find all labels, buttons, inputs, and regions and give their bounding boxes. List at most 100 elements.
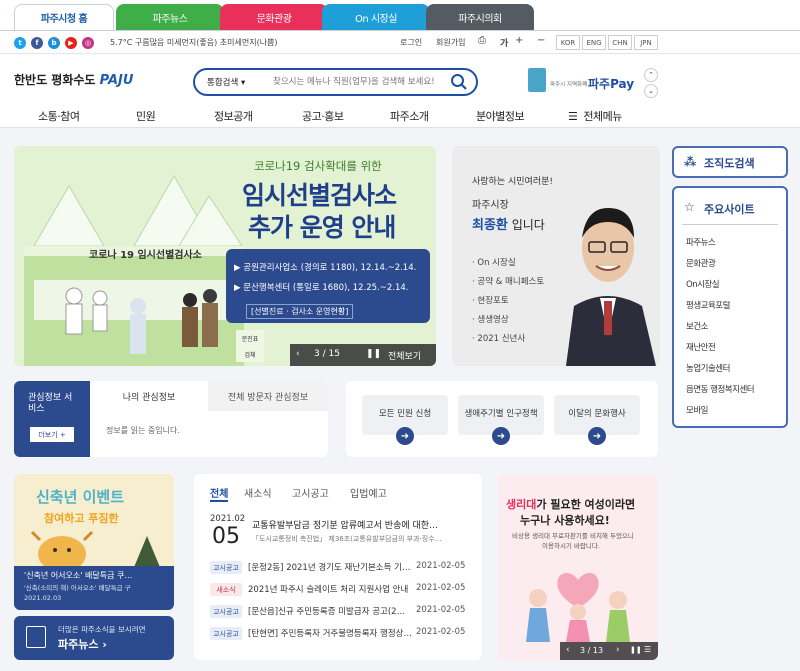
notice-tab-announce[interactable]: 고시공고 — [292, 485, 329, 500]
print-icon[interactable]: ⎙ — [478, 35, 486, 46]
twitter-icon[interactable]: t — [14, 37, 26, 49]
notice-date: 2021-02-05 — [416, 605, 466, 615]
pause-icon[interactable]: ❚❚ — [630, 646, 642, 654]
lang-eng[interactable]: ENG — [582, 35, 606, 50]
font-decrease-button[interactable]: − — [537, 35, 545, 46]
pay-brand[interactable]: 파주Pay — [588, 75, 634, 92]
interest-empty: 정보를 읽는 중입니다. — [106, 426, 180, 435]
site-link-welfare[interactable]: 읍면동 행정복지센터 — [686, 383, 755, 395]
tab-label: 파주시청 홈 — [40, 14, 88, 25]
tab-paju-home[interactable]: 파주시청 홈 — [14, 4, 114, 30]
notice-row[interactable]: 고시공고 [문산읍]신규 주민등록증 미발급자 공고(2… 2021-02-05 — [210, 604, 480, 620]
mayor-link-1[interactable]: · On 시장실 — [472, 256, 516, 268]
promo-line-2: 누구나 사용하세요! — [520, 514, 610, 527]
nav-notice-pr[interactable]: 공고·홍보 — [302, 108, 344, 124]
site-link-paju-news[interactable]: 파주뉴스 — [686, 236, 716, 248]
site-link-agri[interactable]: 농업기술센터 — [686, 362, 730, 374]
search-select-label: 통합검색 — [207, 78, 239, 88]
mayor-link-4[interactable]: · 생생영상 — [472, 313, 509, 325]
notice-tab-news[interactable]: 새소식 — [244, 485, 272, 500]
mayor-link-5[interactable]: · 2021 신년사 — [472, 332, 525, 344]
event-date: 2021.02.03 — [24, 594, 62, 602]
promo-desc-1: 비상용 생리대 무료자판기를 비치해 두었으니 — [512, 532, 634, 540]
mayor-link-label: 2021 신년사 — [477, 334, 526, 344]
facebook-icon[interactable]: f — [31, 37, 43, 49]
prev-arrow-icon[interactable]: ‹ — [296, 349, 300, 359]
tab-all-interest[interactable]: 전체 방문자 관심정보 — [208, 381, 328, 411]
mayor-link-3[interactable]: · 현장포토 — [472, 294, 509, 306]
ops-label-2: 검체 — [236, 346, 264, 362]
search-select[interactable]: 통합검색 ▾ — [207, 76, 245, 88]
notice-row[interactable]: 새소식 2021년 파주시 슬레이트 처리 지원사업 안내 2021-02-05 — [210, 582, 480, 598]
site-link-mobile[interactable]: 모바일 — [686, 404, 708, 416]
notice-title: [탄현면] 주민등록자 거주불명등록자 행정상… — [248, 629, 412, 639]
org-search-button[interactable]: ⁂ 조직도검색 — [672, 146, 788, 178]
tab-paju-news[interactable]: 파주뉴스 — [116, 4, 224, 30]
banner-item-date: 12.14.~2.14. — [360, 263, 417, 273]
site-link-health[interactable]: 보건소 — [686, 320, 708, 332]
quick-links: 모든 민원 신청 ➜ 생애주기별 인구정책 ➜ 이달의 문화행사 ➜ — [346, 381, 658, 457]
search-icon[interactable] — [450, 73, 468, 95]
notice-date: 2021-02-05 — [416, 561, 466, 571]
menu-icon[interactable]: ☰ — [644, 645, 651, 654]
tab-my-interest[interactable]: 나의 관심정보 — [90, 381, 208, 411]
tab-city-council[interactable]: 파주시의회 — [426, 4, 534, 30]
chevron-down-icon[interactable]: ⌄ — [644, 84, 658, 98]
blog-icon[interactable]: b — [48, 37, 60, 49]
nav-about-paju[interactable]: 파주소개 — [390, 108, 429, 124]
event-banner[interactable]: 신축년 이벤트 참여하고 푸짐한 '신축년 어서오소' 배달특급 쿠… '신축(… — [14, 474, 174, 610]
weather-info: 5.7°C 구름많음 미세먼지(좋음) 초미세먼지(나쁨) — [110, 38, 278, 47]
promo-line-1b: 가 필요한 여성 — [536, 498, 605, 511]
covid-banner[interactable]: 코로나 19 임시선별검사소 코로나19 검사확대를 위한 임시선별검사소 추가… — [14, 146, 436, 366]
main-sites-title: 주요사이트 — [704, 203, 755, 216]
promo-pager: ‹ 3 / 13 › ❚❚ ☰ — [560, 642, 658, 660]
youtube-icon[interactable]: ▶ — [65, 37, 77, 49]
prev-arrow-icon[interactable]: ‹ — [566, 645, 570, 655]
arrow-right-icon[interactable]: ➜ — [588, 427, 606, 445]
tab-label: 파주뉴스 — [152, 13, 188, 25]
paju-news-banner[interactable]: 더많은 파주소식을 보시려면 파주뉴스 › — [14, 616, 174, 660]
pause-icon[interactable]: ❚❚ — [366, 349, 381, 359]
notice-row[interactable]: 고시공고 [탄현면] 주민등록자 거주불명등록자 행정상… 2021-02-05 — [210, 626, 480, 642]
view-all-link[interactable]: 전체보기 — [388, 349, 421, 362]
instagram-icon[interactable]: ◎ — [82, 37, 94, 49]
site-link-disaster[interactable]: 재난안전 — [686, 341, 716, 353]
banner-page: 3 / 15 — [314, 349, 340, 359]
arrow-right-icon[interactable]: ➜ — [492, 427, 510, 445]
promo-banner[interactable]: 생리대가 필요한 여성이라면 누구나 사용하세요! 비상용 생리대 무료자판기를… — [498, 474, 658, 660]
mayor-name-line: 최종환 입니다 — [472, 214, 545, 233]
nav-communication[interactable]: 소통·참여 — [38, 108, 80, 124]
logo[interactable]: 한반도 평화수도 PAJU — [14, 71, 133, 88]
interest-more-button[interactable]: 더보기 + — [30, 427, 74, 442]
main-sites-panel: ☆ 주요사이트 파주뉴스 문화관광 On시장실 평생교육포털 보건소 재난안전 … — [672, 186, 788, 428]
mayor-link-label: On 시장실 — [477, 258, 516, 268]
site-link-on-mayor[interactable]: On시장실 — [686, 278, 720, 290]
notice-tab-legislation[interactable]: 입법예고 — [350, 485, 387, 500]
search-input[interactable] — [273, 74, 443, 90]
tab-on-mayor[interactable]: On 시장실 — [322, 4, 430, 30]
nav-field-info[interactable]: 분야별정보 — [476, 108, 525, 124]
tab-culture-tour[interactable]: 문화관광 — [220, 4, 328, 30]
chevron-up-icon[interactable]: ⌃ — [644, 68, 658, 82]
notice-tab-all[interactable]: 전체 — [210, 485, 229, 502]
banner-title-1: 임시선별검사소 — [242, 181, 397, 210]
banner-subtitle: 코로나19 검사확대를 위한 — [254, 159, 382, 173]
tent-sign: 코로나 19 임시선별검사소 — [89, 250, 202, 261]
lang-jpn[interactable]: JPN — [634, 35, 658, 50]
site-link-culture[interactable]: 문화관광 — [686, 257, 716, 269]
next-arrow-icon[interactable]: › — [616, 645, 620, 655]
site-link-lifelong[interactable]: 평생교육포털 — [686, 299, 730, 311]
login-link[interactable]: 로그인 — [400, 37, 422, 48]
lang-kor[interactable]: KOR — [556, 35, 580, 50]
font-increase-button[interactable]: + — [515, 35, 523, 46]
nav-info-disclosure[interactable]: 정보공개 — [214, 108, 253, 124]
mayor-link-2[interactable]: · 공약 & 매니페스토 — [472, 275, 544, 287]
nav-civil[interactable]: 민원 — [136, 108, 156, 124]
lang-chn[interactable]: CHN — [608, 35, 632, 50]
arrow-right-icon[interactable]: ➜ — [396, 427, 414, 445]
join-link[interactable]: 회원가입 — [436, 37, 465, 48]
featured-day: 05 — [212, 524, 240, 549]
all-menu-button[interactable]: ☰ 전체메뉴 — [568, 108, 622, 124]
notice-row[interactable]: 고시공고 [운정2동] 2021년 경기도 재난기본소득 기… 2021-02-… — [210, 560, 480, 576]
featured-title[interactable]: 교통유발부담금 정기분 압류예고서 반송에 대한… — [252, 518, 438, 531]
